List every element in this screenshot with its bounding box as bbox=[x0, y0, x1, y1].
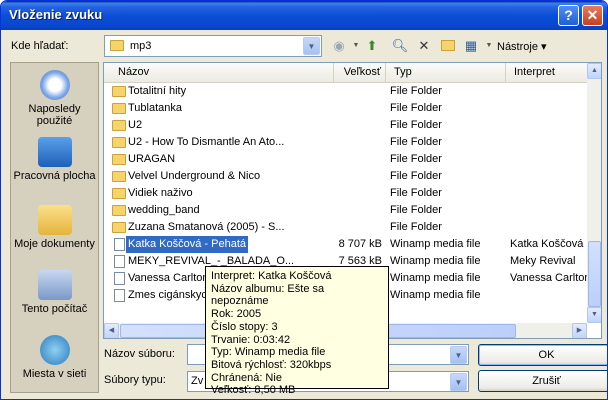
list-item[interactable]: U2 File Folder bbox=[104, 117, 587, 134]
delete-icon[interactable]: ✕ bbox=[415, 37, 433, 55]
folder-icon bbox=[112, 205, 126, 216]
filetype-value: Zv bbox=[191, 375, 204, 387]
insert-sound-dialog: Vloženie zvuku ? ✕ Kde hľadať: mp3 ▼ ◉ ▼… bbox=[0, 0, 608, 400]
place-label: Moje dokumenty bbox=[14, 238, 95, 250]
media-file-icon bbox=[114, 238, 125, 251]
list-item[interactable]: Velvel Underground & Nico File Folder bbox=[104, 168, 587, 185]
place-network[interactable]: Miesta v sieti bbox=[11, 335, 98, 380]
list-item[interactable]: Totalitní hity File Folder bbox=[104, 83, 587, 100]
places-bar: Naposledy použité Pracovná plocha Moje d… bbox=[10, 62, 99, 393]
desktop-icon bbox=[37, 137, 72, 167]
tools-menu[interactable]: Nástroje ▾ bbox=[497, 40, 547, 53]
look-in-value: mp3 bbox=[130, 40, 152, 52]
list-item[interactable]: Tublatanka File Folder bbox=[104, 100, 587, 117]
column-name[interactable]: Názov bbox=[104, 63, 334, 82]
documents-icon bbox=[37, 205, 72, 235]
column-type[interactable]: Typ bbox=[386, 63, 506, 82]
tooltip-line: Chránená: Nie bbox=[211, 371, 282, 384]
views-dropdown-icon[interactable]: ▼ bbox=[480, 37, 498, 55]
views-icon[interactable]: ▦ bbox=[462, 37, 480, 55]
folder-icon bbox=[112, 171, 126, 182]
folder-icon bbox=[112, 137, 126, 148]
column-size[interactable]: Veľkosť bbox=[334, 63, 386, 82]
media-file-icon bbox=[114, 255, 125, 268]
tooltip-line: Názov albumu: Ešte sa nepoznáme bbox=[211, 282, 325, 308]
chevron-down-icon[interactable]: ▼ bbox=[450, 373, 467, 391]
chevron-down-icon[interactable]: ▼ bbox=[303, 37, 320, 55]
back-icon[interactable]: ◉ bbox=[330, 37, 348, 55]
tooltip-line: Interpret: Katka Koščová bbox=[211, 270, 332, 282]
look-in-dropdown[interactable]: mp3 ▼ bbox=[104, 35, 322, 57]
title-bar: Vloženie zvuku ? ✕ bbox=[1, 1, 607, 30]
tooltip-line: Číslo stopy: 3 bbox=[211, 320, 278, 333]
list-header: Názov Veľkosť Typ Interpret bbox=[104, 63, 587, 83]
list-item[interactable]: wedding_band File Folder bbox=[104, 202, 587, 219]
filename-label: Názov súboru: bbox=[104, 348, 175, 360]
filetype-label: Súbory typu: bbox=[104, 374, 166, 386]
file-info-tooltip: Interpret: Katka Koščová Názov albumu: E… bbox=[205, 266, 389, 396]
list-item-selected[interactable]: Katka Koščová - Pehatá 8 707 kB Winamp med… bbox=[104, 236, 587, 253]
recent-icon bbox=[39, 70, 70, 100]
place-label: Tento počítač bbox=[21, 303, 88, 315]
tooltip-line: Trvanie: 0:03:42 bbox=[211, 333, 291, 346]
chevron-down-icon[interactable]: ▼ bbox=[450, 346, 467, 364]
folder-icon bbox=[112, 120, 126, 131]
list-item[interactable]: U2 - How To Dismantle An Ato... File Fold… bbox=[104, 134, 587, 151]
network-icon bbox=[39, 335, 70, 365]
media-file-icon bbox=[114, 289, 125, 302]
cancel-button[interactable]: Zrušiť bbox=[478, 370, 607, 392]
folder-icon bbox=[110, 40, 124, 51]
close-button[interactable]: ✕ bbox=[582, 5, 603, 26]
vertical-scroll-thumb[interactable] bbox=[588, 241, 601, 307]
window-title: Vloženie zvuku bbox=[9, 7, 103, 22]
search-web-icon[interactable]: 🔍︎ bbox=[391, 37, 409, 55]
place-desktop[interactable]: Pracovná plocha bbox=[11, 137, 98, 182]
folder-icon bbox=[112, 86, 126, 97]
vertical-scrollbar[interactable]: ▲ ▼ bbox=[587, 63, 601, 323]
folder-icon bbox=[112, 103, 126, 114]
ok-button[interactable]: OK bbox=[478, 344, 607, 366]
scroll-right-icon[interactable]: ▶ bbox=[572, 323, 587, 338]
place-recent[interactable]: Naposledy použité bbox=[11, 70, 98, 127]
place-documents[interactable]: Moje dokumenty bbox=[11, 205, 98, 250]
place-label: Pracovná plocha bbox=[13, 170, 96, 182]
list-item[interactable]: Vidiek naživo File Folder bbox=[104, 185, 587, 202]
column-artist[interactable]: Interpret bbox=[506, 63, 587, 82]
folder-icon bbox=[112, 222, 126, 233]
folder-icon bbox=[112, 154, 126, 165]
tooltip-line: Bitová rýchlosť: 320kbps bbox=[211, 358, 332, 371]
place-computer[interactable]: Tento počítač bbox=[11, 270, 98, 315]
place-label: Miesta v sieti bbox=[22, 368, 87, 380]
list-item[interactable]: URAGAN File Folder bbox=[104, 151, 587, 168]
scroll-down-icon[interactable]: ▼ bbox=[587, 307, 601, 323]
new-folder-icon[interactable] bbox=[439, 37, 457, 55]
scroll-up-icon[interactable]: ▲ bbox=[587, 63, 601, 79]
tooltip-line: Rok: 2005 bbox=[211, 308, 262, 321]
look-in-label: Kde hľadať: bbox=[11, 40, 69, 52]
place-label: Naposledy použité bbox=[28, 103, 81, 127]
scroll-left-icon[interactable]: ◀ bbox=[104, 323, 119, 338]
tooltip-line: Typ: Winamp media file bbox=[211, 346, 326, 359]
media-file-icon bbox=[114, 272, 125, 285]
list-item[interactable]: Zuzana Smatanová (2005) - S... File Folde… bbox=[104, 219, 587, 236]
computer-icon bbox=[37, 270, 72, 300]
up-folder-icon[interactable]: ⬆ bbox=[363, 37, 381, 55]
help-button[interactable]: ? bbox=[558, 5, 579, 26]
tooltip-line: Veľkosť: 8,50 MB bbox=[211, 384, 296, 397]
folder-icon bbox=[112, 188, 126, 199]
